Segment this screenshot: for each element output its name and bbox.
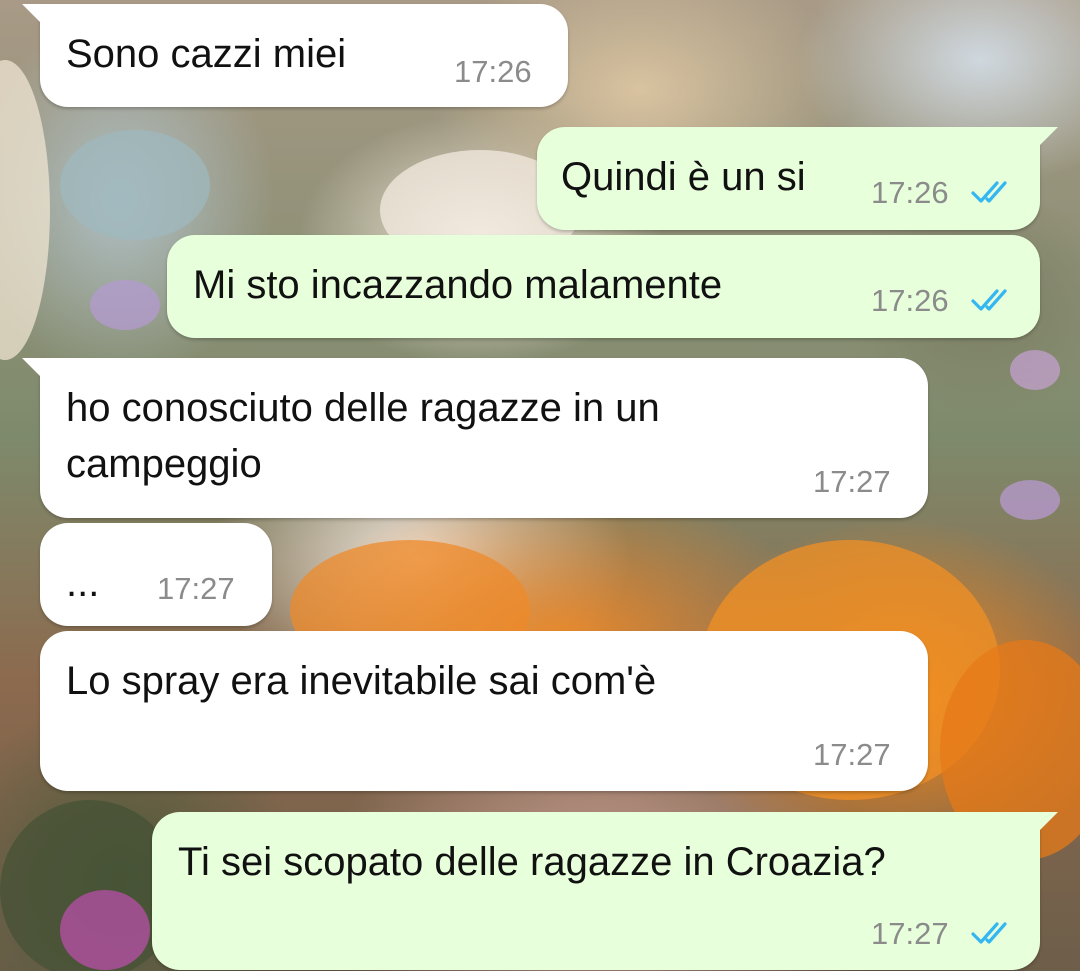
message-text: Ti sei scopato delle ragazze in Croazia? xyxy=(178,840,886,884)
message-bubble-outgoing[interactable]: Quindi è un si 17:26 xyxy=(537,127,1058,230)
message-bubble-incoming[interactable]: Lo spray era inevitabile sai com'è 17:27 xyxy=(40,631,928,791)
double-check-icon xyxy=(971,922,1007,944)
message-bubble-incoming[interactable]: Sono cazzi miei 17:26 xyxy=(22,4,568,107)
message-text-line: campeggio xyxy=(66,442,262,486)
message-bubble-incoming[interactable]: ... 17:27 xyxy=(40,523,272,626)
conversation: Sono cazzi miei 17:26 Quindi è un si 17:… xyxy=(0,0,1080,971)
message-text-line: ho conosciuto delle ragazze in un xyxy=(66,386,660,430)
message-time: 17:27 xyxy=(813,464,891,499)
message-time: 17:27 xyxy=(871,916,949,951)
message-bubble-outgoing[interactable]: Mi sto incazzando malamente 17:26 xyxy=(167,235,1040,338)
message-time: 17:26 xyxy=(871,175,949,210)
message-text: Mi sto incazzando malamente xyxy=(193,263,723,307)
message-time: 17:27 xyxy=(157,571,235,606)
message-time: 17:26 xyxy=(871,283,949,318)
message-bubble-outgoing[interactable]: Ti sei scopato delle ragazze in Croazia?… xyxy=(152,812,1058,970)
double-check-icon xyxy=(971,289,1007,311)
message-text: Quindi è un si xyxy=(561,155,806,199)
message-text: ... xyxy=(66,561,100,605)
message-text: Sono cazzi miei xyxy=(66,32,347,76)
message-time: 17:26 xyxy=(454,54,532,89)
message-bubble-incoming[interactable]: ho conosciuto delle ragazze in un campeg… xyxy=(22,358,928,518)
message-text: Lo spray era inevitabile sai com'è xyxy=(66,659,657,703)
message-time: 17:27 xyxy=(813,737,891,772)
double-check-icon xyxy=(971,181,1007,203)
